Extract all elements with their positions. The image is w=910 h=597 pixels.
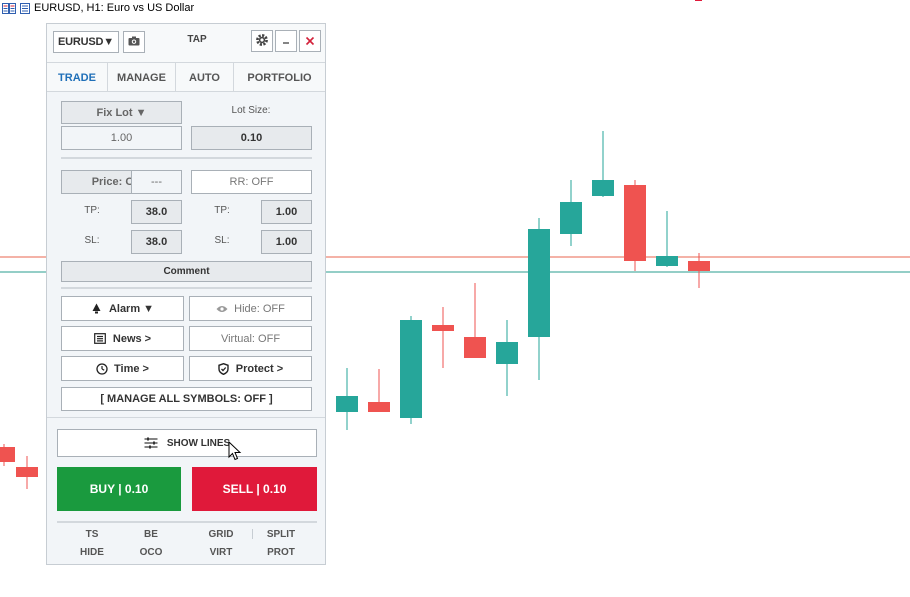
trade-assistant-panel: EURUSD▼ TAP TRADE MANAGE AUTO PORTFOLIO [46,23,326,565]
mouse-cursor-icon [228,440,242,461]
news-label: News > [112,332,152,345]
close-icon [305,33,315,49]
close-button[interactable] [299,30,321,52]
chart-window-icon [2,2,16,14]
bear-candle [432,325,454,331]
bear-candle [368,402,390,412]
buy-button[interactable]: BUY | 0.10 [57,467,181,511]
newspaper-icon [93,333,106,344]
sl-rr-label: SL: [214,235,230,246]
sliders-icon [144,437,158,449]
tp-label: TP: [84,205,100,216]
clock-icon [96,362,108,375]
tab-portfolio[interactable]: PORTFOLIO [234,63,325,92]
bear-candle [624,185,646,261]
bull-candle [336,396,358,412]
hide-toggle-button[interactable]: Hide: OFF [189,296,312,321]
grid-toggle[interactable]: GRID [196,529,246,540]
prot-toggle[interactable]: PROT [256,547,306,558]
divider [61,157,312,159]
bull-candle [592,180,614,196]
screenshot-button[interactable] [123,31,145,53]
bear-candle [0,447,15,462]
bull-candle [560,202,582,234]
panel-tabs: TRADE MANAGE AUTO PORTFOLIO [47,62,325,92]
bear-candle [464,337,486,358]
eye-icon [216,305,228,313]
lot-value-field[interactable]: 1.00 [61,126,182,150]
comment-field[interactable]: Comment [61,261,312,282]
tp-rr-label: TP: [214,205,230,216]
ts-toggle[interactable]: TS [67,529,117,540]
sell-button[interactable]: SELL | 0.10 [192,467,317,511]
show-lines-label: SHOW LINES [166,437,231,449]
camera-icon [128,33,140,51]
divider [57,521,317,523]
oco-toggle[interactable]: OCO [126,547,176,558]
tab-auto[interactable]: AUTO [176,63,234,92]
virt-toggle[interactable]: VIRT [196,547,246,558]
divider [61,287,312,289]
tab-manage[interactable]: MANAGE [108,63,176,92]
shield-icon [218,362,229,375]
virtual-toggle-button[interactable]: Virtual: OFF [189,326,312,351]
sl-label: SL: [84,235,100,246]
split-toggle[interactable]: SPLIT [256,529,306,540]
hide-label: Hide: OFF [234,302,285,315]
hide-mini-toggle[interactable]: HIDE [67,547,117,558]
rr-toggle-button[interactable]: RR: OFF [191,170,312,194]
gear-icon [255,33,269,50]
bell-icon [91,303,102,314]
bull-candle [496,342,518,364]
time-button[interactable]: Time > [61,356,184,381]
tab-trade[interactable]: TRADE [47,63,108,92]
symbol-dropdown[interactable]: EURUSD▼ [53,31,119,53]
sl-rr-field[interactable]: 1.00 [261,230,312,254]
minimize-button[interactable] [275,30,297,52]
price-value-field[interactable]: --- [131,170,182,194]
lot-size-field[interactable]: 0.10 [191,126,312,150]
tp-price-field[interactable]: 38.0 [131,200,182,224]
show-lines-button[interactable]: SHOW LINES [57,429,317,457]
news-button[interactable]: News > [61,326,184,351]
sl-price-field[interactable]: 38.0 [131,230,182,254]
lot-mode-dropdown[interactable]: Fix Lot ▼ [61,101,182,124]
manage-all-symbols-button[interactable]: [ MANAGE ALL SYMBOLS: OFF ] [61,387,312,411]
lot-size-label: Lot Size: [231,105,271,116]
bull-candle [528,229,550,337]
divider [252,529,253,539]
protect-label: Protect > [235,362,284,375]
chart-title-text: EURUSD, H1: Euro vs US Dollar [34,2,195,14]
alarm-label: Alarm ▼ [108,302,155,315]
bull-candle [656,256,678,266]
panel-title: TAP [187,34,207,45]
protect-button[interactable]: Protect > [189,356,312,381]
settings-button[interactable] [251,30,273,52]
bull-candle [400,320,422,418]
panel-header: EURUSD▼ TAP [47,24,325,62]
tp-rr-field[interactable]: 1.00 [261,200,312,224]
chart-title: EURUSD, H1: Euro vs US Dollar [2,0,194,16]
expert-icon [20,2,30,14]
bear-candle [688,261,710,271]
time-label: Time > [114,362,149,375]
be-toggle[interactable]: BE [126,529,176,540]
minimize-icon [281,34,291,48]
bear-candle [16,467,38,477]
alarm-dropdown[interactable]: Alarm ▼ [61,296,184,321]
